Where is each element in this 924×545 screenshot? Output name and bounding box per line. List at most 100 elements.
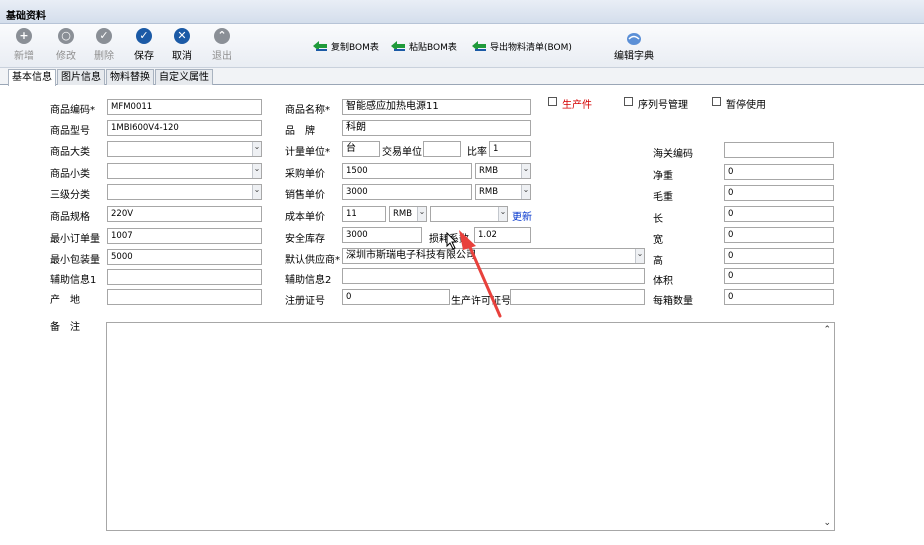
spec-field[interactable]: 220V — [107, 206, 262, 222]
scroll-up-icon[interactable]: ⌃ — [823, 325, 831, 335]
trade-unit-label: 交易单位 — [382, 147, 422, 158]
min-pack-label: 最小包装量 — [50, 255, 100, 266]
customs-code-label: 海关编码 — [653, 149, 693, 160]
min-order-field[interactable]: 1007 — [107, 228, 262, 244]
width-field[interactable]: 0 — [724, 227, 834, 243]
window-titlebar: 基础资料 — [0, 0, 924, 24]
new-button-label: 新增 — [14, 51, 34, 62]
level3-category-select[interactable] — [107, 184, 262, 200]
aux2-field[interactable] — [342, 268, 645, 284]
scroll-down-icon[interactable]: ⌄ — [823, 518, 831, 528]
origin-field[interactable] — [107, 289, 262, 305]
tab-basic-info[interactable]: 基本信息 — [8, 69, 56, 86]
tab-material-replace[interactable]: 物料替换 — [106, 69, 154, 85]
purchase-currency-select[interactable]: RMB — [475, 163, 531, 179]
exit-button[interactable]: ⌃ 退出 — [204, 28, 240, 66]
safety-stock-field[interactable]: 3000 — [342, 227, 422, 243]
save-button[interactable]: ✓ 保存 — [126, 28, 162, 66]
paste-arrow-icon — [391, 41, 405, 51]
cost-extra-select[interactable] — [430, 206, 508, 222]
cancel-button-label: 取消 — [172, 51, 192, 62]
product-code-label: 商品编码* — [50, 105, 95, 116]
cost-price-field[interactable]: 11 — [342, 206, 386, 222]
loss-factor-field[interactable]: 1.02 — [474, 227, 531, 243]
unit-field[interactable]: 台 — [342, 141, 380, 157]
reg-no-field[interactable]: 0 — [342, 289, 450, 305]
per-box-field[interactable]: 0 — [724, 289, 834, 305]
export-arrow-icon — [472, 41, 486, 51]
cost-price-label: 成本单价 — [285, 212, 325, 223]
cancel-button[interactable]: ✕ 取消 — [164, 28, 200, 66]
mouse-cursor-icon — [446, 232, 458, 250]
remarks-label: 备 注 — [50, 322, 80, 333]
major-category-select[interactable] — [107, 141, 262, 157]
height-field[interactable]: 0 — [724, 248, 834, 264]
serial-mgmt-checkbox[interactable] — [624, 97, 633, 106]
cancel-icon: ✕ — [174, 28, 190, 44]
tab-image-info[interactable]: 图片信息 — [57, 69, 105, 85]
serial-mgmt-checkbox-label: 序列号管理 — [638, 100, 688, 111]
paste-bom-label: 粘贴BOM表 — [409, 43, 457, 53]
reg-no-label: 注册证号 — [285, 296, 325, 307]
remarks-scrollbar[interactable]: ⌃ ⌄ — [820, 323, 834, 530]
product-code-field[interactable]: MFM0011 — [107, 99, 262, 115]
sale-price-label: 销售单价 — [285, 190, 325, 201]
delete-icon: ✓ — [96, 28, 112, 44]
height-label: 高 — [653, 256, 663, 267]
sale-price-field[interactable]: 3000 — [342, 184, 472, 200]
sale-currency-select[interactable]: RMB — [475, 184, 531, 200]
edit-button[interactable]: ○ 修改 — [48, 28, 84, 66]
edit-button-label: 修改 — [56, 51, 76, 62]
product-name-field[interactable]: 智能感应加热电源11 — [342, 99, 531, 115]
unit-label: 计量单位* — [285, 147, 330, 158]
default-supplier-select[interactable]: 深圳市斯瑞电子科技有限公司 — [342, 248, 645, 264]
delete-button[interactable]: ✓ 删除 — [86, 28, 122, 66]
copy-bom-label: 复制BOM表 — [331, 43, 379, 53]
produced-checkbox-label: 生产件 — [562, 100, 592, 111]
trade-unit-field[interactable] — [423, 141, 461, 157]
product-model-label: 商品型号 — [50, 126, 90, 137]
plus-icon: + — [16, 28, 32, 44]
gross-weight-field[interactable]: 0 — [724, 185, 834, 201]
exit-button-label: 退出 — [212, 51, 232, 62]
volume-field[interactable]: 0 — [724, 268, 834, 284]
net-weight-label: 净重 — [653, 171, 673, 182]
length-field[interactable]: 0 — [724, 206, 834, 222]
edit-dictionary-button[interactable]: 编辑字典 — [610, 32, 658, 62]
brand-field[interactable]: 科朗 — [342, 120, 531, 136]
major-category-label: 商品大类 — [50, 147, 90, 158]
default-supplier-label: 默认供应商* — [285, 255, 340, 266]
tab-bar: 基本信息 图片信息 物料替换 自定义属性 — [0, 68, 924, 86]
origin-label: 产 地 — [50, 295, 80, 306]
remarks-textarea[interactable]: ⌃ ⌄ — [106, 322, 835, 531]
per-box-label: 每箱数量 — [653, 296, 693, 307]
license-no-field[interactable] — [510, 289, 645, 305]
save-button-label: 保存 — [134, 51, 154, 62]
customs-code-field[interactable] — [724, 142, 834, 158]
min-pack-field[interactable]: 5000 — [107, 249, 262, 265]
update-link[interactable]: 更新 — [512, 208, 532, 223]
exit-icon: ⌃ — [214, 28, 230, 44]
ratio-field[interactable]: 1 — [489, 141, 531, 157]
ratio-label: 比率 — [467, 147, 487, 158]
window-title: 基础资料 — [6, 11, 46, 22]
tab-custom-attrs[interactable]: 自定义属性 — [155, 69, 213, 85]
produced-checkbox[interactable] — [548, 97, 557, 106]
purchase-price-field[interactable]: 1500 — [342, 163, 472, 179]
net-weight-field[interactable]: 0 — [724, 164, 834, 180]
edit-dictionary-label: 编辑字典 — [614, 51, 654, 62]
aux1-field[interactable] — [107, 269, 262, 285]
export-bom-button[interactable]: 导出物料清单(BOM) — [471, 40, 572, 54]
cost-currency-select[interactable]: RMB — [389, 206, 427, 222]
suspended-checkbox[interactable] — [712, 97, 721, 106]
product-model-field[interactable]: 1MBI600V4-120 — [107, 120, 262, 136]
edit-icon: ○ — [58, 28, 74, 44]
minor-category-select[interactable] — [107, 163, 262, 179]
new-button[interactable]: + 新增 — [6, 28, 42, 66]
paste-bom-button[interactable]: 粘贴BOM表 — [390, 40, 457, 54]
safety-stock-label: 安全库存 — [285, 234, 325, 245]
width-label: 宽 — [653, 235, 663, 246]
copy-bom-button[interactable]: 复制BOM表 — [312, 40, 379, 54]
volume-label: 体积 — [653, 276, 673, 287]
aux1-label: 辅助信息1 — [50, 275, 97, 286]
